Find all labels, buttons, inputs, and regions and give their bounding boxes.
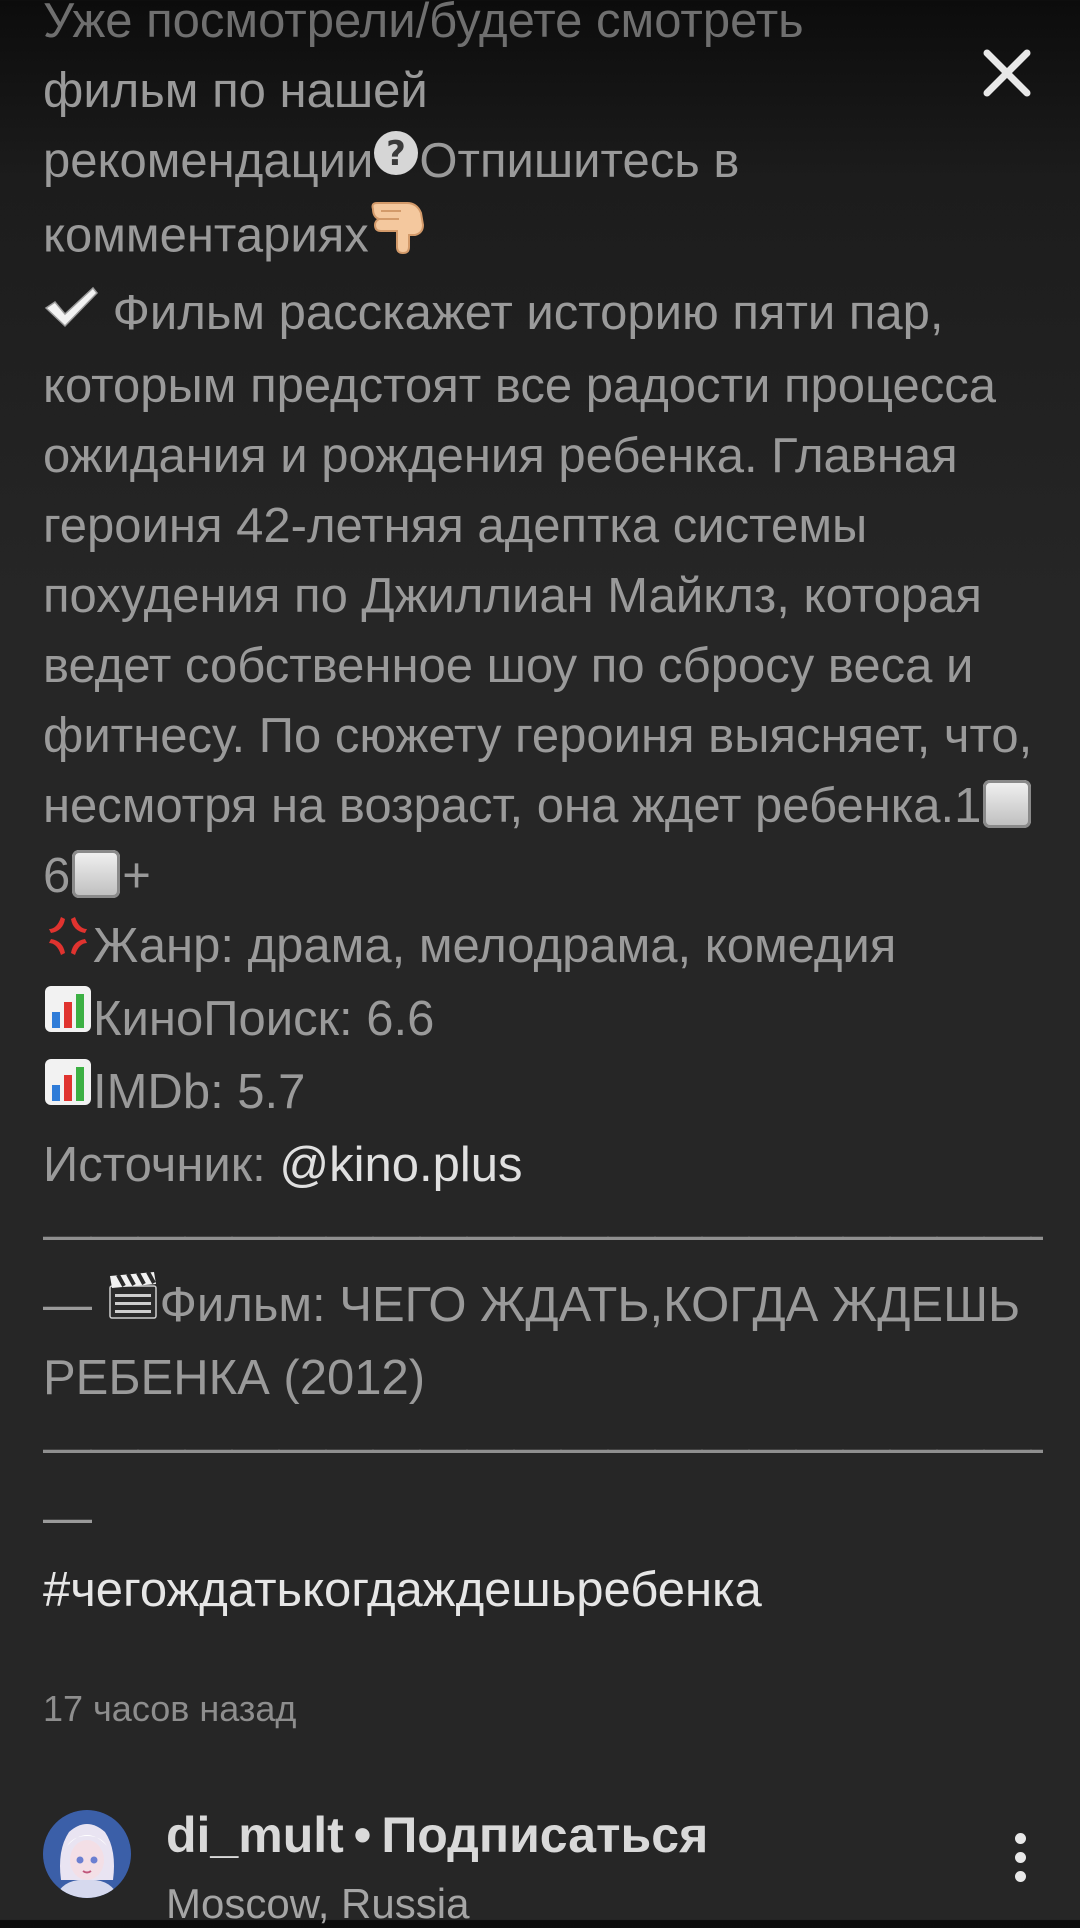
caption-line-2-text-b: Отпишитесь в xyxy=(419,134,740,188)
divider-tail: — xyxy=(43,1491,92,1546)
divider-line: —————————————————————— xyxy=(43,1208,1043,1263)
caption-line-3: комментариях xyxy=(43,199,1043,278)
author-location-link[interactable]: Moscow, Russia xyxy=(166,1880,469,1928)
source-line: Источник: @kino.plus xyxy=(43,1130,1043,1200)
more-options-button[interactable] xyxy=(990,1822,1050,1892)
imdb-text: IMDb: 5.7 xyxy=(93,1065,306,1120)
avatar[interactable] xyxy=(43,1810,131,1898)
caption-line-2-text-a: рекомендации xyxy=(43,134,374,188)
caption-line-3-text: комментариях xyxy=(43,208,369,263)
clapper-board-icon xyxy=(106,1269,160,1339)
source-handle-link[interactable]: @kino.plus xyxy=(279,1138,522,1192)
kinopoisk-line: КиноПоиск: 6.6 xyxy=(43,984,1043,1057)
caption-line-1: фильм по нашей xyxy=(43,64,428,118)
film-line: — Фильм: ЧЕГО ЖДАТЬ,КОГДА ЖДЕШЬ РЕБЕНКА … xyxy=(43,1270,1043,1413)
film-text: Фильм: ЧЕГО ЖДАТЬ,КОГДА ЖДЕШЬ РЕБЕНКА (2… xyxy=(43,1278,1021,1406)
bar-chart-icon xyxy=(43,983,93,1053)
question-mark-icon: ? xyxy=(373,125,419,195)
genre-line: Жанр: драма, мелодрама, комедия xyxy=(43,911,1043,984)
author-name-line: di_mult • Подписаться xyxy=(166,1806,708,1864)
age-digit-1: 1 xyxy=(954,779,982,834)
pointing-down-icon xyxy=(369,195,427,274)
author-bar: di_mult • Подписаться Moscow, Russia xyxy=(0,1780,1080,1927)
more-vertical-icon xyxy=(1014,1832,1026,1844)
divider-line: —————————————————————— xyxy=(43,1421,1043,1476)
check-mark-icon xyxy=(43,277,99,347)
source-label: Источник: xyxy=(43,1138,280,1193)
keycap-box-icon xyxy=(72,850,121,899)
imdb-line: IMDb: 5.7 xyxy=(43,1057,1043,1130)
caption-line-top: Уже посмотрели/будете смотреть xyxy=(43,0,804,48)
age-digit-2: 6 xyxy=(43,849,71,904)
anger-symbol-icon xyxy=(43,910,93,980)
caption-description: Фильм расскажет историю пяти пар, которы… xyxy=(43,278,1043,911)
more-vertical-icon xyxy=(1014,1870,1026,1882)
divider-tail: — xyxy=(43,1278,92,1333)
caption-line-2: рекомендации? Отпишитесь в xyxy=(43,126,1043,199)
caption-description-text: Фильм расскажет историю пяти пар, которы… xyxy=(43,286,1033,834)
keycap-box-icon xyxy=(983,780,1032,829)
svg-text:?: ? xyxy=(387,134,407,174)
post-caption: Уже посмотрели/будете смотреть фильм по … xyxy=(43,0,1043,1625)
post-timestamp: 17 часов назад xyxy=(43,1688,297,1729)
kinopoisk-text: КиноПоиск: 6.6 xyxy=(93,992,435,1047)
author-username-link[interactable]: di_mult xyxy=(166,1807,344,1863)
subscribe-button[interactable]: Подписаться xyxy=(381,1807,708,1863)
age-plus: + xyxy=(122,849,151,904)
more-vertical-icon xyxy=(1014,1851,1026,1863)
genre-text: Жанр: драма, мелодрама, комедия xyxy=(93,919,897,974)
author-separator: • xyxy=(353,1807,372,1863)
hashtag-link[interactable]: #чегождатькогдаждешьребенка xyxy=(43,1555,1043,1625)
bar-chart-icon xyxy=(43,1056,93,1126)
